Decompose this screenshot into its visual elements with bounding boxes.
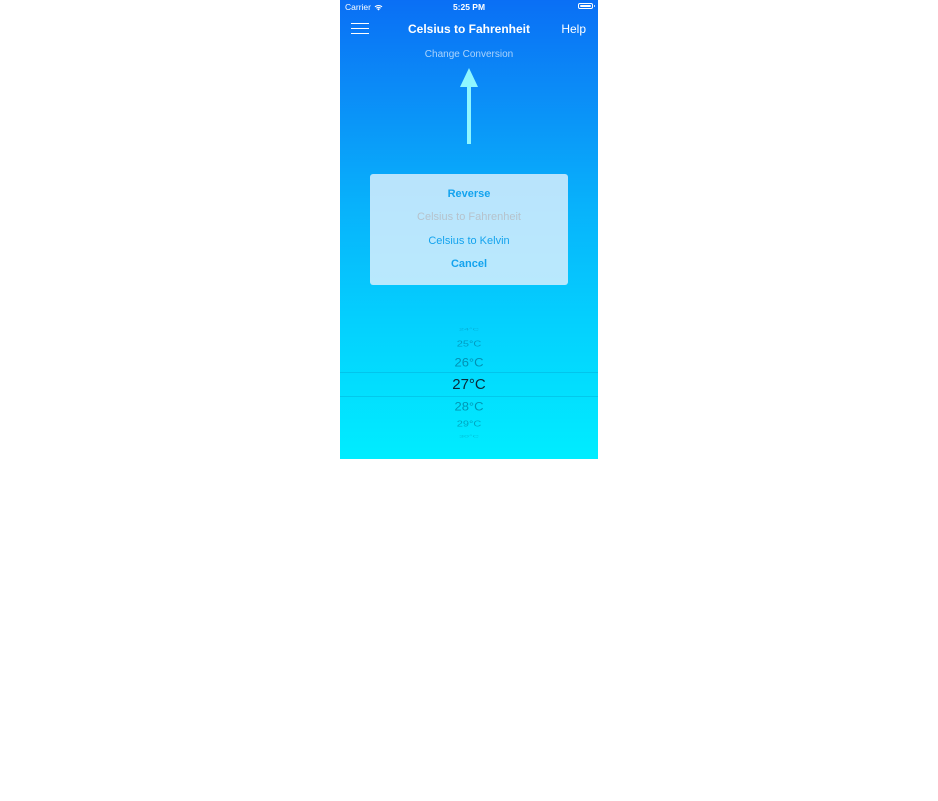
celsius-to-kelvin-button[interactable]: Celsius to Kelvin xyxy=(370,235,568,247)
picker-row[interactable]: 24°C xyxy=(340,327,598,332)
page-title: Celsius to Fahrenheit xyxy=(407,22,531,36)
navigation-bar: Celsius to Fahrenheit Help xyxy=(340,14,598,44)
picker-selection-top-line xyxy=(340,372,598,373)
picker-row[interactable]: 29°C xyxy=(340,420,598,429)
cancel-button[interactable]: Cancel xyxy=(370,258,568,270)
picker-row[interactable]: 25°C xyxy=(340,340,598,349)
picker-row[interactable]: 30°C xyxy=(340,434,598,439)
status-time: 5:25 PM xyxy=(452,2,486,12)
app-screen: Carrier 5:25 PM Celsius to Fahrenheit He… xyxy=(340,0,598,459)
picker-row-selected[interactable]: 27°C xyxy=(340,376,598,393)
picker-row[interactable]: 26°C xyxy=(340,356,598,370)
temperature-picker[interactable]: 24°C 25°C 26°C 27°C 28°C 29°C 30°C xyxy=(340,322,598,444)
picker-row[interactable]: 28°C xyxy=(340,400,598,414)
up-arrow-icon xyxy=(460,68,478,144)
help-button[interactable]: Help xyxy=(561,22,586,36)
celsius-to-fahrenheit-option: Celsius to Fahrenheit xyxy=(417,211,521,223)
conversion-action-sheet: Reverse Celsius to Fahrenheit Celsius to… xyxy=(370,174,568,285)
reverse-button[interactable]: Reverse xyxy=(370,188,568,200)
battery-icon xyxy=(578,3,595,9)
status-bar: Carrier 5:25 PM xyxy=(340,0,598,14)
picker-selection-bottom-line xyxy=(340,396,598,397)
change-conversion-hint: Change Conversion xyxy=(424,49,514,60)
